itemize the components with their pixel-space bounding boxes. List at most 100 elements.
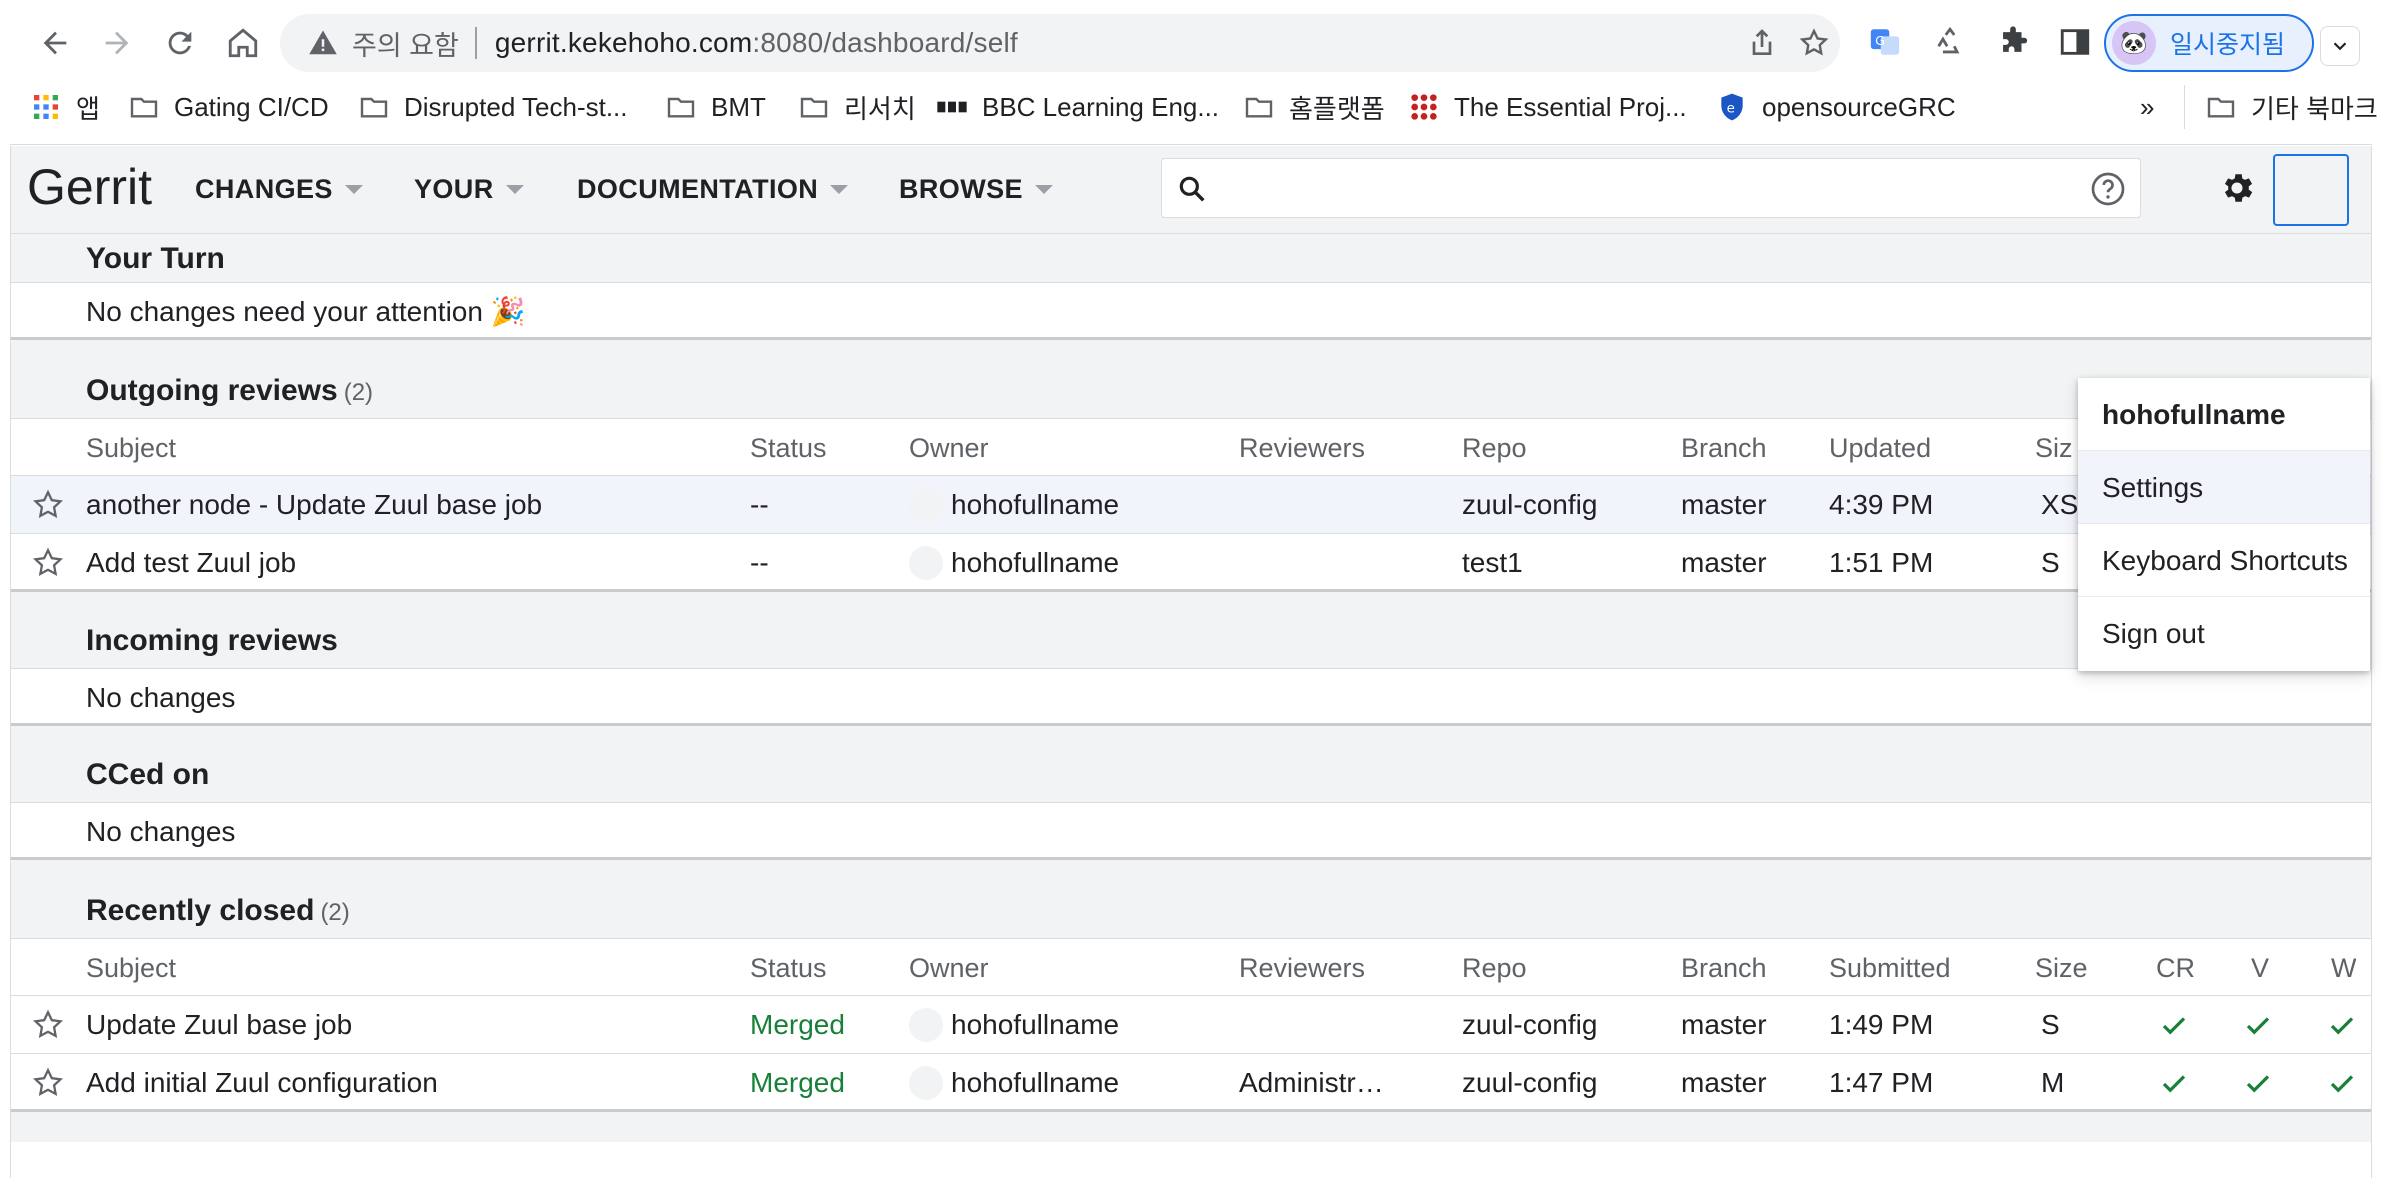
repo-link[interactable]: zuul-config [1462, 1054, 1597, 1112]
bookmark-home-platform[interactable]: 홈플랫폼 [1243, 85, 1385, 129]
bookmark-opensourcegrc[interactable]: e opensourceGRC [1716, 85, 1956, 129]
account-button[interactable] [2273, 154, 2349, 226]
check-icon [2330, 1017, 2354, 1035]
settings-button[interactable] [2215, 166, 2259, 210]
section-recently-closed: Recently closed (2) [11, 860, 2371, 938]
bookmark-research[interactable]: 리서치 [798, 85, 916, 129]
bookmark-apps[interactable]: 앱 [30, 85, 100, 129]
gerrit-logo[interactable]: Gerrit [27, 158, 152, 216]
col-repo: Repo [1462, 433, 1527, 463]
table-header: Subject Status Owner Reviewers Repo Bran… [11, 418, 2371, 476]
back-button[interactable] [30, 18, 80, 68]
bbc-icon [936, 91, 968, 123]
browser-toolbar: 주의 요함 gerrit.kekehoho.com:8080/dashboard… [10, 0, 2372, 85]
bookmark-star-icon[interactable] [1798, 27, 1830, 59]
shield-e-icon: e [1716, 91, 1748, 123]
folder-icon [665, 91, 697, 123]
home-button[interactable] [218, 18, 268, 68]
side-panel-button[interactable] [2055, 22, 2095, 62]
translate-extension[interactable]: G [1865, 22, 1905, 62]
change-subject-link[interactable]: another node - Update Zuul base job [86, 476, 542, 534]
dashboard: Your Turn No changes need your attention… [11, 234, 2371, 1142]
menu-browse[interactable]: BROWSE [899, 174, 1053, 205]
owner-cell[interactable]: hohofullname [909, 996, 1119, 1054]
change-subject-link[interactable]: Add initial Zuul configuration [86, 1054, 438, 1112]
star-icon[interactable] [31, 1066, 65, 1100]
change-subject-link[interactable]: Update Zuul base job [86, 996, 352, 1054]
bookmarks-overflow-button[interactable]: » [2140, 85, 2154, 129]
menu-your[interactable]: YOUR [414, 174, 524, 205]
empty-row: No changes need your attention 🎉 [11, 282, 2371, 340]
repo-link[interactable]: zuul-config [1462, 476, 1597, 534]
star-icon[interactable] [31, 1008, 65, 1042]
help-icon[interactable] [2090, 171, 2126, 207]
branch-link[interactable]: master [1681, 1054, 1767, 1112]
avatar [909, 1007, 943, 1042]
home-icon [228, 28, 258, 58]
side-panel-icon [2060, 29, 2090, 55]
forward-arrow-icon [105, 31, 129, 55]
bookmark-bmt[interactable]: BMT [665, 85, 766, 129]
table-row[interactable]: another node - Update Zuul base job -- h… [11, 476, 2371, 534]
bookmark-label: The Essential Proj... [1454, 91, 1687, 122]
owner-cell[interactable]: hohofullname [909, 1054, 1119, 1112]
change-subject-link[interactable]: Add test Zuul job [86, 534, 296, 592]
url-host: gerrit.kekehoho.com [494, 27, 753, 58]
star-icon[interactable] [31, 488, 65, 522]
search-input[interactable] [1222, 167, 2062, 211]
size-value: S [2041, 1009, 2060, 1040]
menu-label: BROWSE [899, 174, 1023, 204]
reload-button[interactable] [155, 18, 205, 68]
empty-row: No changes [11, 668, 2371, 726]
table-row[interactable]: Add test Zuul job -- hohofullname test1 … [11, 534, 2371, 592]
star-icon[interactable] [31, 546, 65, 580]
repo-link[interactable]: zuul-config [1462, 996, 1597, 1054]
repo-link[interactable]: test1 [1462, 534, 1523, 592]
omnibox-actions [1746, 14, 1830, 72]
bookmark-other[interactable]: 기타 북마크 [2184, 85, 2378, 129]
reviewers-cell[interactable]: Administr… [1239, 1054, 1384, 1112]
url-text[interactable]: gerrit.kekehoho.com:8080/dashboard/self [495, 27, 1018, 59]
col-subject: Subject [86, 433, 177, 463]
section-count: (2) [343, 379, 374, 406]
menu-label: CHANGES [195, 174, 333, 204]
bookmark-label: Disrupted Tech-st... [404, 91, 628, 122]
branch-link[interactable]: master [1681, 476, 1767, 534]
branch-link[interactable]: master [1681, 996, 1767, 1054]
svg-text:G: G [1875, 34, 1885, 49]
recycle-extension[interactable] [1930, 22, 1970, 62]
address-bar[interactable]: 주의 요함 gerrit.kekehoho.com:8080/dashboard… [280, 14, 1840, 72]
avatar [909, 545, 943, 580]
browser-menu-button[interactable] [2320, 26, 2360, 66]
bookmark-disrupted-tech[interactable]: Disrupted Tech-st... [358, 85, 628, 129]
owner-cell[interactable]: hohofullname [909, 476, 1119, 534]
section-title: Recently closed (2) [86, 894, 350, 928]
bookmark-bbc-learning[interactable]: BBC Learning Eng... [936, 85, 1219, 129]
menu-item-sign-out[interactable]: Sign out [2078, 597, 2370, 670]
share-icon[interactable] [1746, 27, 1778, 59]
owner-cell[interactable]: hohofullname [909, 534, 1119, 592]
menu-documentation[interactable]: DOCUMENTATION [577, 174, 849, 205]
security-warning-label[interactable]: 주의 요함 [352, 24, 459, 63]
size-value: M [2041, 1067, 2065, 1098]
bookmark-essential-project[interactable]: The Essential Proj... [1408, 85, 1687, 129]
menu-item-settings[interactable]: Settings [2078, 451, 2370, 524]
menu-changes[interactable]: CHANGES [195, 174, 363, 205]
caret-down-icon [344, 185, 363, 194]
gerrit-search-box[interactable] [1161, 158, 2141, 218]
table-row[interactable]: Add initial Zuul configuration Merged ho… [11, 1054, 2371, 1112]
reload-icon [168, 31, 192, 55]
extensions-button[interactable] [1993, 22, 2033, 62]
col-workflow: W [2331, 953, 2357, 983]
google-translate-icon: G [1870, 29, 1900, 55]
profile-button[interactable]: 🐼 일시중지됨 [2104, 14, 2314, 72]
forward-button[interactable] [92, 18, 142, 68]
table-row[interactable]: Update Zuul base job Merged hohofullname… [11, 996, 2371, 1054]
menu-item-keyboard-shortcuts[interactable]: Keyboard Shortcuts [2078, 524, 2370, 597]
profile-avatar: 🐼 [2112, 21, 2156, 65]
col-owner: Owner [909, 953, 989, 983]
bookmark-gating-cicd[interactable]: Gating CI/CD [128, 85, 329, 129]
branch-link[interactable]: master [1681, 534, 1767, 592]
bookmark-label: 홈플랫폼 [1289, 93, 1385, 124]
change-status: -- [750, 489, 769, 520]
